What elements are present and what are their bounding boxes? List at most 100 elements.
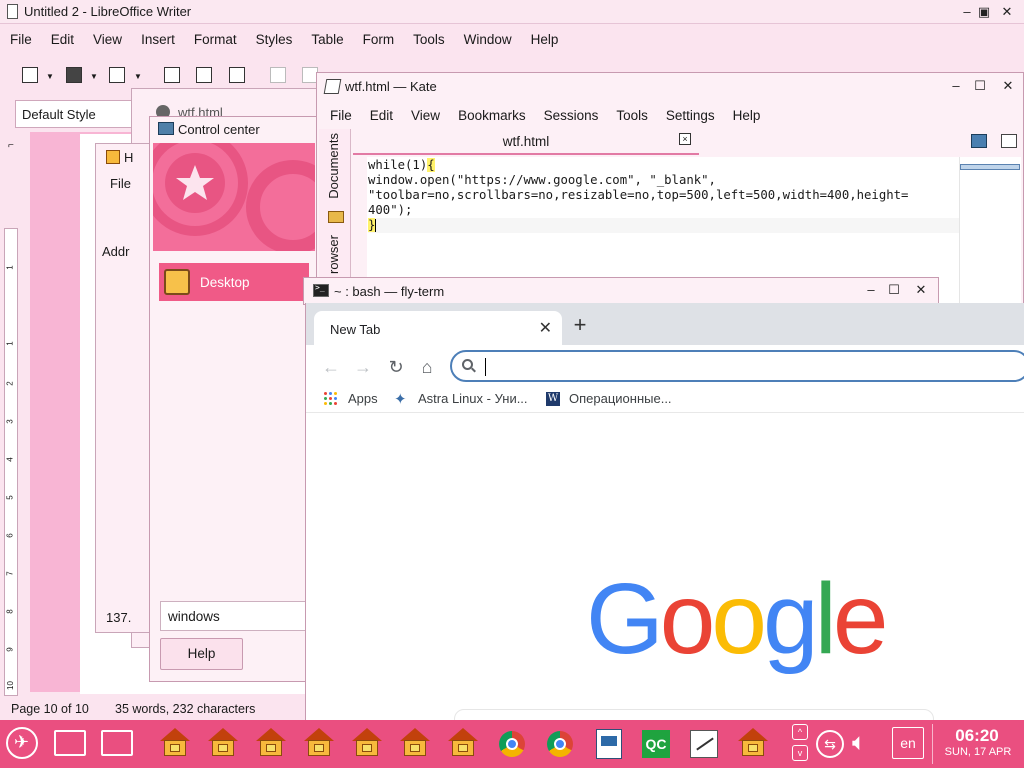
menu-edit[interactable]: Edit [51,32,74,47]
close-tab-icon[interactable]: ✕ [539,318,552,338]
page-count: Page 10 of 10 [11,702,89,716]
menu-help[interactable]: Help [531,32,559,47]
taskbar-file-manager-6[interactable] [400,728,432,760]
code-text: while(1) [368,158,428,172]
chevron-down-icon[interactable]: ▼ [90,72,98,81]
menu-table[interactable]: Table [311,32,343,47]
chevron-down-icon[interactable]: ▼ [134,72,142,81]
new-document-icon[interactable] [22,67,38,83]
reload-icon[interactable]: ↻ [383,354,409,380]
taskbar-chrome-2[interactable] [547,731,579,763]
home-icon[interactable]: ⌂ [414,354,440,380]
usb-icon[interactable]: ⇆ [816,730,844,758]
sidebar-tab-filesystem-browser[interactable]: rowser [326,235,341,274]
menu-bookmarks[interactable]: Bookmarks [458,108,526,123]
save-icon[interactable] [109,67,125,83]
tab-wtf-html[interactable]: wtf.html × [353,129,699,155]
open-folder-icon[interactable] [66,67,82,83]
bookmark-operating-systems[interactable]: Операционные... [569,391,672,406]
taskbar-file-manager-5[interactable] [352,728,384,760]
minimize-button[interactable]: – [958,3,976,21]
print-icon[interactable] [196,67,212,83]
maximize-button[interactable]: ☐ [885,281,903,299]
new-tab-button[interactable]: + [568,314,592,338]
menu-file[interactable]: File [10,32,32,47]
close-button[interactable]: ✕ [999,77,1017,95]
chevron-down-icon[interactable]: ▼ [46,72,54,81]
taskbar-file-manager-2[interactable] [208,728,240,760]
restore-button[interactable]: ▣ [975,3,993,21]
bookmark-astra-linux[interactable]: Astra Linux - Уни... [418,391,528,406]
browser-toolbar: ← → ↻ ⌂ [306,345,1024,389]
menu-window[interactable]: Window [464,32,512,47]
menu-insert[interactable]: Insert [141,32,175,47]
taskbar-writer[interactable] [596,729,622,759]
house-icon [400,728,430,758]
export-pdf-icon[interactable] [164,67,180,83]
tab-label: wtf.html [502,134,550,149]
file-manager-window-behind[interactable]: H File Addr 137. [95,143,155,633]
help-button[interactable]: Help [160,638,243,670]
writer-menubar: File Edit View Insert Format Styles Tabl… [0,26,1024,52]
chevron-up-icon[interactable]: ^ [792,724,808,740]
menu-file[interactable]: File [330,108,352,123]
chevron-down-icon[interactable]: v [792,745,808,761]
minimize-button[interactable]: – [862,281,880,299]
menu-file[interactable]: File [110,176,131,191]
category-desktop[interactable]: Desktop [159,263,309,301]
menu-form[interactable]: Form [363,32,395,47]
keyboard-layout-indicator[interactable]: en [892,727,924,759]
back-arrow-icon[interactable]: ← [318,354,344,380]
bookmark-apps[interactable]: Apps [348,391,378,406]
cut-icon[interactable] [270,67,286,83]
menu-edit[interactable]: Edit [370,108,393,123]
close-button[interactable]: ✕ [912,281,930,299]
paragraph-style-select[interactable]: Default Style [15,100,133,128]
minimap[interactable] [959,157,1021,305]
menu-help[interactable]: Help [733,108,761,123]
maximize-button[interactable]: ☐ [971,77,989,95]
taskbar-file-manager-8[interactable] [738,728,770,760]
close-button[interactable]: ✕ [998,3,1016,21]
terminal-window[interactable]: ~ : bash — fly-term – ☐ ✕ [303,277,939,305]
menu-view[interactable]: View [411,108,440,123]
taskbar-file-manager-7[interactable] [448,728,480,760]
forward-arrow-icon[interactable]: → [350,354,376,380]
taskbar-qc[interactable]: QC [642,730,670,758]
tab-stop-icon: ⌐ [8,140,14,151]
sidebar-tab-documents[interactable]: Documents [326,133,341,199]
desktops-icon[interactable] [54,730,86,756]
tab-new-tab[interactable]: New Tab ✕ [314,311,562,345]
taskbar-file-manager-3[interactable] [256,728,288,760]
ruler-number: 6 [5,533,15,538]
address-bar[interactable] [450,350,1024,382]
volume-icon[interactable]: 🔈︎ [852,729,866,757]
clock-date[interactable]: SUN, 17 APR [940,746,1016,758]
menu-tools[interactable]: Tools [616,108,648,123]
desktop-icon [164,269,190,295]
menu-view[interactable]: View [93,32,122,47]
taskbar-file-manager-4[interactable] [304,728,336,760]
close-tab-icon[interactable]: × [679,133,691,145]
menu-format[interactable]: Format [194,32,237,47]
start-menu-icon[interactable]: ✈ [6,727,38,759]
search-input[interactable]: windows [160,601,310,631]
menu-styles[interactable]: Styles [256,32,293,47]
show-desktop-icon[interactable] [101,730,133,756]
clock-time[interactable]: 06:20 [944,726,1010,746]
split-view-icon[interactable] [1001,134,1017,148]
folder-icon[interactable] [328,211,344,223]
apps-icon [324,392,338,406]
menu-tools[interactable]: Tools [413,32,445,47]
kate-titlebar[interactable]: wtf.html — Kate – ☐ ✕ [317,73,1024,99]
writer-titlebar[interactable]: Untitled 2 - LibreOffice Writer – ▣ ✕ [0,0,1024,24]
control-center-titlebar[interactable]: Control center [150,117,320,141]
menu-settings[interactable]: Settings [666,108,715,123]
quick-open-icon[interactable] [971,134,987,148]
minimize-button[interactable]: – [947,77,965,95]
taskbar-chrome-1[interactable] [499,731,531,763]
taskbar-kate[interactable] [690,730,718,758]
print-preview-icon[interactable] [229,67,245,83]
taskbar-file-manager-1[interactable] [160,728,192,760]
menu-sessions[interactable]: Sessions [544,108,599,123]
